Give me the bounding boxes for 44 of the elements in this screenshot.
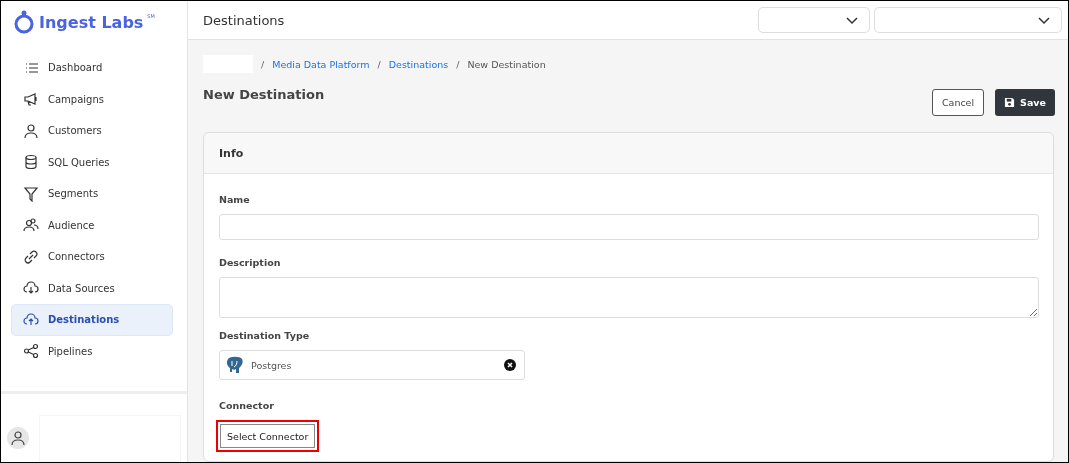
select-connector-button[interactable]: Select Connector [220,424,316,448]
nav-icon [23,217,39,234]
user-avatar[interactable] [7,427,29,449]
sidebar-item[interactable]: Dashboard [11,52,173,84]
nav-icon [23,311,39,328]
field-label: Destination Type [219,330,310,341]
sidebar-item[interactable]: SQL Queries [11,146,173,178]
sidebar-item[interactable]: Audience [11,209,173,241]
sidebar-item[interactable]: Customers [11,115,173,147]
breadcrumb-separator: / [456,58,460,70]
sidebar-item[interactable]: Pipelines [11,335,173,367]
breadcrumb-link[interactable]: Destinations [388,58,449,70]
dropdown[interactable] [874,7,1062,33]
card-title: Info [219,146,244,160]
nav-icon [23,154,39,171]
sidebar-item[interactable]: Campaigns [11,83,173,115]
dropdown[interactable] [758,7,870,33]
sidebar-item[interactable]: Connectors [11,241,173,273]
description-field[interactable] [219,277,1039,318]
clear-icon[interactable] [504,359,516,371]
breadcrumb-link[interactable]: Media Data Platform [272,58,370,70]
nav-icon [23,91,39,108]
logo-icon [13,10,35,34]
sidebar-item[interactable]: Segments [11,178,173,210]
sidebar-item[interactable]: Destinations [11,304,173,336]
breadcrumb-separator: / [377,58,381,70]
cancel-button[interactable]: Cancel [931,89,985,116]
destination-type-select[interactable]: Postgres [219,350,525,380]
nav-icon [23,185,39,202]
field-label: Description [219,257,281,268]
field-label: Connector [219,400,274,411]
brand-name: Ingest Labs [39,12,144,32]
nav-icon [23,248,39,265]
page-header-title: Destinations [203,12,286,28]
save-icon [1004,97,1016,108]
name-field[interactable] [219,214,1039,240]
nav-icon [23,343,39,360]
page-title: New Destination [203,87,325,102]
breadcrumb-separator: / [261,58,265,70]
breadcrumb-current: New Destination [467,58,546,70]
field-label: Name [219,194,250,205]
save-button[interactable]: Save [995,89,1055,116]
sidebar-item[interactable]: Data Sources [11,272,173,304]
nav-icon [23,122,39,139]
